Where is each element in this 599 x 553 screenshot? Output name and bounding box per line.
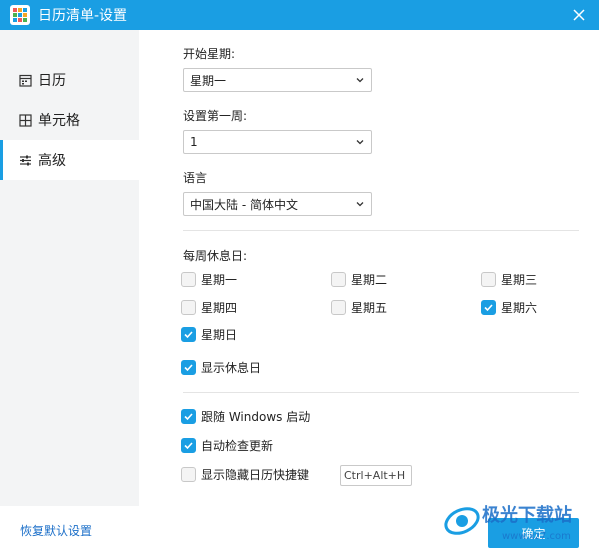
sidebar-item-label: 日历: [38, 73, 66, 89]
checkbox-label: 显示休息日: [201, 361, 262, 375]
checkmark-icon: [184, 413, 193, 421]
checkbox-label: 星期三: [501, 273, 538, 287]
sidebar-item-label: 高级: [38, 153, 66, 169]
week-start-select[interactable]: 星期一: [183, 68, 372, 92]
checkbox-box: [331, 272, 346, 287]
chevron-down-icon: [356, 202, 364, 207]
sidebar-item-advanced[interactable]: 高级: [0, 140, 139, 180]
chevron-down-icon: [356, 140, 364, 145]
checkbox-label: 星期四: [201, 301, 238, 315]
chevron-down-icon: [356, 78, 364, 83]
checkbox-box: [181, 360, 196, 375]
sidebar-item-label: 单元格: [38, 113, 80, 129]
checkbox-box: [181, 438, 196, 453]
checkmark-icon: [184, 364, 193, 372]
reset-defaults-link[interactable]: 恢复默认设置: [20, 522, 92, 539]
startup-checkbox[interactable]: 跟随 Windows 启动: [181, 408, 310, 425]
language-label: 语言: [183, 171, 208, 185]
checkbox-box: [481, 300, 496, 315]
week-start-label: 开始星期:: [183, 47, 236, 61]
checkbox-label: 星期六: [501, 301, 538, 315]
checkbox-label: 自动检查更新: [201, 439, 274, 453]
checkmark-icon: [484, 304, 493, 312]
checkbox-label: 显示隐藏日历快捷键: [201, 468, 310, 482]
rest-day-checkbox-monday[interactable]: 星期一: [181, 271, 237, 288]
grid-icon: [18, 113, 32, 127]
checkbox-label: 跟随 Windows 启动: [201, 410, 311, 424]
rest-day-checkbox-friday[interactable]: 星期五: [331, 299, 387, 316]
divider: [183, 392, 579, 393]
calendar-icon: [18, 73, 32, 87]
close-icon: [573, 9, 585, 21]
week-start-value: 星期一: [190, 73, 227, 88]
checkbox-box: [181, 467, 196, 482]
settings-panel: 开始星期: 星期一 设置第一周: 1 语言 中国大陆 - 简体中文 每周休息日:…: [139, 30, 599, 506]
checkbox-box: [181, 327, 196, 342]
hotkey-input[interactable]: Ctrl+Alt+H: [340, 465, 412, 486]
rest-day-checkbox-wednesday[interactable]: 星期三: [481, 271, 537, 288]
window-title: 日历清单-设置: [38, 8, 128, 24]
divider: [183, 230, 579, 231]
sliders-icon: [18, 153, 32, 167]
first-week-label: 设置第一周:: [183, 109, 248, 123]
close-button[interactable]: [567, 3, 591, 27]
sidebar-item-cells[interactable]: 单元格: [0, 100, 139, 140]
show-rest-days-checkbox[interactable]: 显示休息日: [181, 359, 261, 376]
rest-day-checkbox-thursday[interactable]: 星期四: [181, 299, 237, 316]
hotkey-checkbox[interactable]: 显示隐藏日历快捷键: [181, 466, 309, 483]
checkbox-label: 星期五: [351, 301, 388, 315]
rest-day-checkbox-saturday[interactable]: 星期六: [481, 299, 537, 316]
ok-button[interactable]: 确定: [488, 518, 579, 548]
checkbox-label: 星期日: [201, 328, 238, 342]
first-week-value: 1: [190, 135, 198, 149]
language-select[interactable]: 中国大陆 - 简体中文: [183, 192, 372, 216]
rest-day-checkbox-tuesday[interactable]: 星期二: [331, 271, 387, 288]
checkbox-label: 星期一: [201, 273, 238, 287]
rest-days-label: 每周休息日:: [183, 249, 248, 263]
checkbox-box: [481, 272, 496, 287]
checkmark-icon: [184, 442, 193, 450]
language-value: 中国大陆 - 简体中文: [190, 197, 298, 212]
sidebar-item-calendar[interactable]: 日历: [0, 60, 139, 100]
checkbox-box: [331, 300, 346, 315]
auto-update-checkbox[interactable]: 自动检查更新: [181, 437, 273, 454]
title-bar: 日历清单-设置: [0, 0, 599, 30]
checkbox-box: [181, 409, 196, 424]
app-logo-icon: [10, 5, 30, 25]
first-week-select[interactable]: 1: [183, 130, 372, 154]
checkbox-box: [181, 272, 196, 287]
sidebar: 日历 单元格 高级: [0, 30, 139, 506]
checkbox-label: 星期二: [351, 273, 388, 287]
footer: 恢复默认设置 确定: [0, 506, 599, 553]
checkmark-icon: [184, 331, 193, 339]
rest-day-checkbox-sunday[interactable]: 星期日: [181, 326, 237, 343]
checkbox-box: [181, 300, 196, 315]
